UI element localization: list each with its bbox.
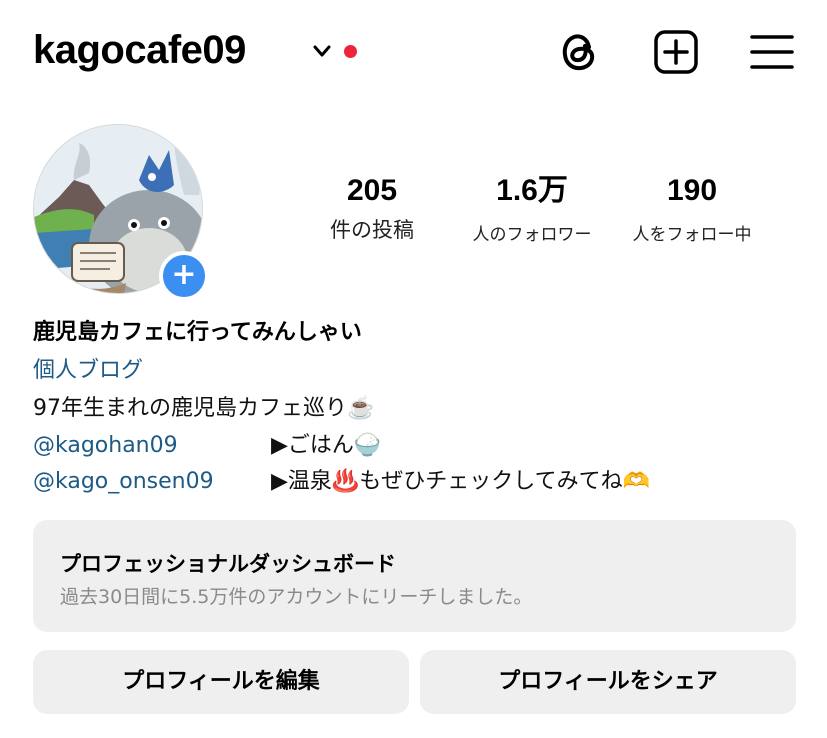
new-post-icon[interactable] (653, 29, 699, 75)
mention-link[interactable]: @kago_onsen09 (33, 469, 271, 494)
stat-followers[interactable]: 1.6万 人のフォロワー (456, 172, 608, 245)
stat-posts-value: 205 (346, 174, 398, 207)
stat-followers-label: 人のフォロワー (472, 225, 592, 245)
share-profile-button[interactable]: プロフィールをシェア (420, 650, 796, 714)
bio-link-row: @kagohan09 ▶︎ごはん🍚 (33, 427, 381, 459)
threads-icon[interactable] (556, 29, 602, 75)
edit-profile-button[interactable]: プロフィールを編集 (33, 650, 409, 714)
dashboard-subtitle: 過去30日間に5.5万件のアカウントにリーチしました。 (60, 586, 533, 608)
dashboard-title: プロフェッショナルダッシュボード (60, 552, 396, 576)
bio-link-desc: ▶︎ごはん🍚 (271, 433, 382, 458)
menu-icon[interactable] (750, 29, 796, 75)
chevron-down-icon[interactable] (311, 40, 333, 62)
add-story-button[interactable]: + (159, 251, 209, 301)
username-switcher[interactable]: kagocafe09 (33, 28, 246, 73)
stat-posts[interactable]: 205 件の投稿 (312, 172, 432, 244)
stat-following-value: 190 (666, 174, 718, 207)
bio-link-desc: ▶︎温泉♨️もぜひチェックしてみてね🫶 (271, 469, 651, 494)
stat-following-label: 人をフォロー中 (632, 225, 752, 245)
stat-followers-value: 1.6万 (496, 174, 568, 207)
notification-dot (344, 45, 357, 58)
stat-following[interactable]: 190 人をフォロー中 (618, 172, 766, 245)
profile-category: 個人ブログ (33, 358, 144, 383)
mention-link[interactable]: @kagohan09 (33, 433, 271, 458)
bio-text: 97年生まれの鹿児島カフェ巡り☕️ (33, 396, 375, 421)
stat-posts-label: 件の投稿 (330, 218, 414, 242)
bio-link-row: @kago_onsen09 ▶︎温泉♨️もぜひチェックしてみてね🫶 (33, 463, 650, 495)
professional-dashboard-card[interactable]: プロフェッショナルダッシュボード 過去30日間に5.5万件のアカウントにリーチし… (33, 520, 796, 632)
display-name: 鹿児島カフェに行ってみんしゃい (33, 320, 362, 345)
profile-header: kagocafe09 (0, 0, 827, 105)
